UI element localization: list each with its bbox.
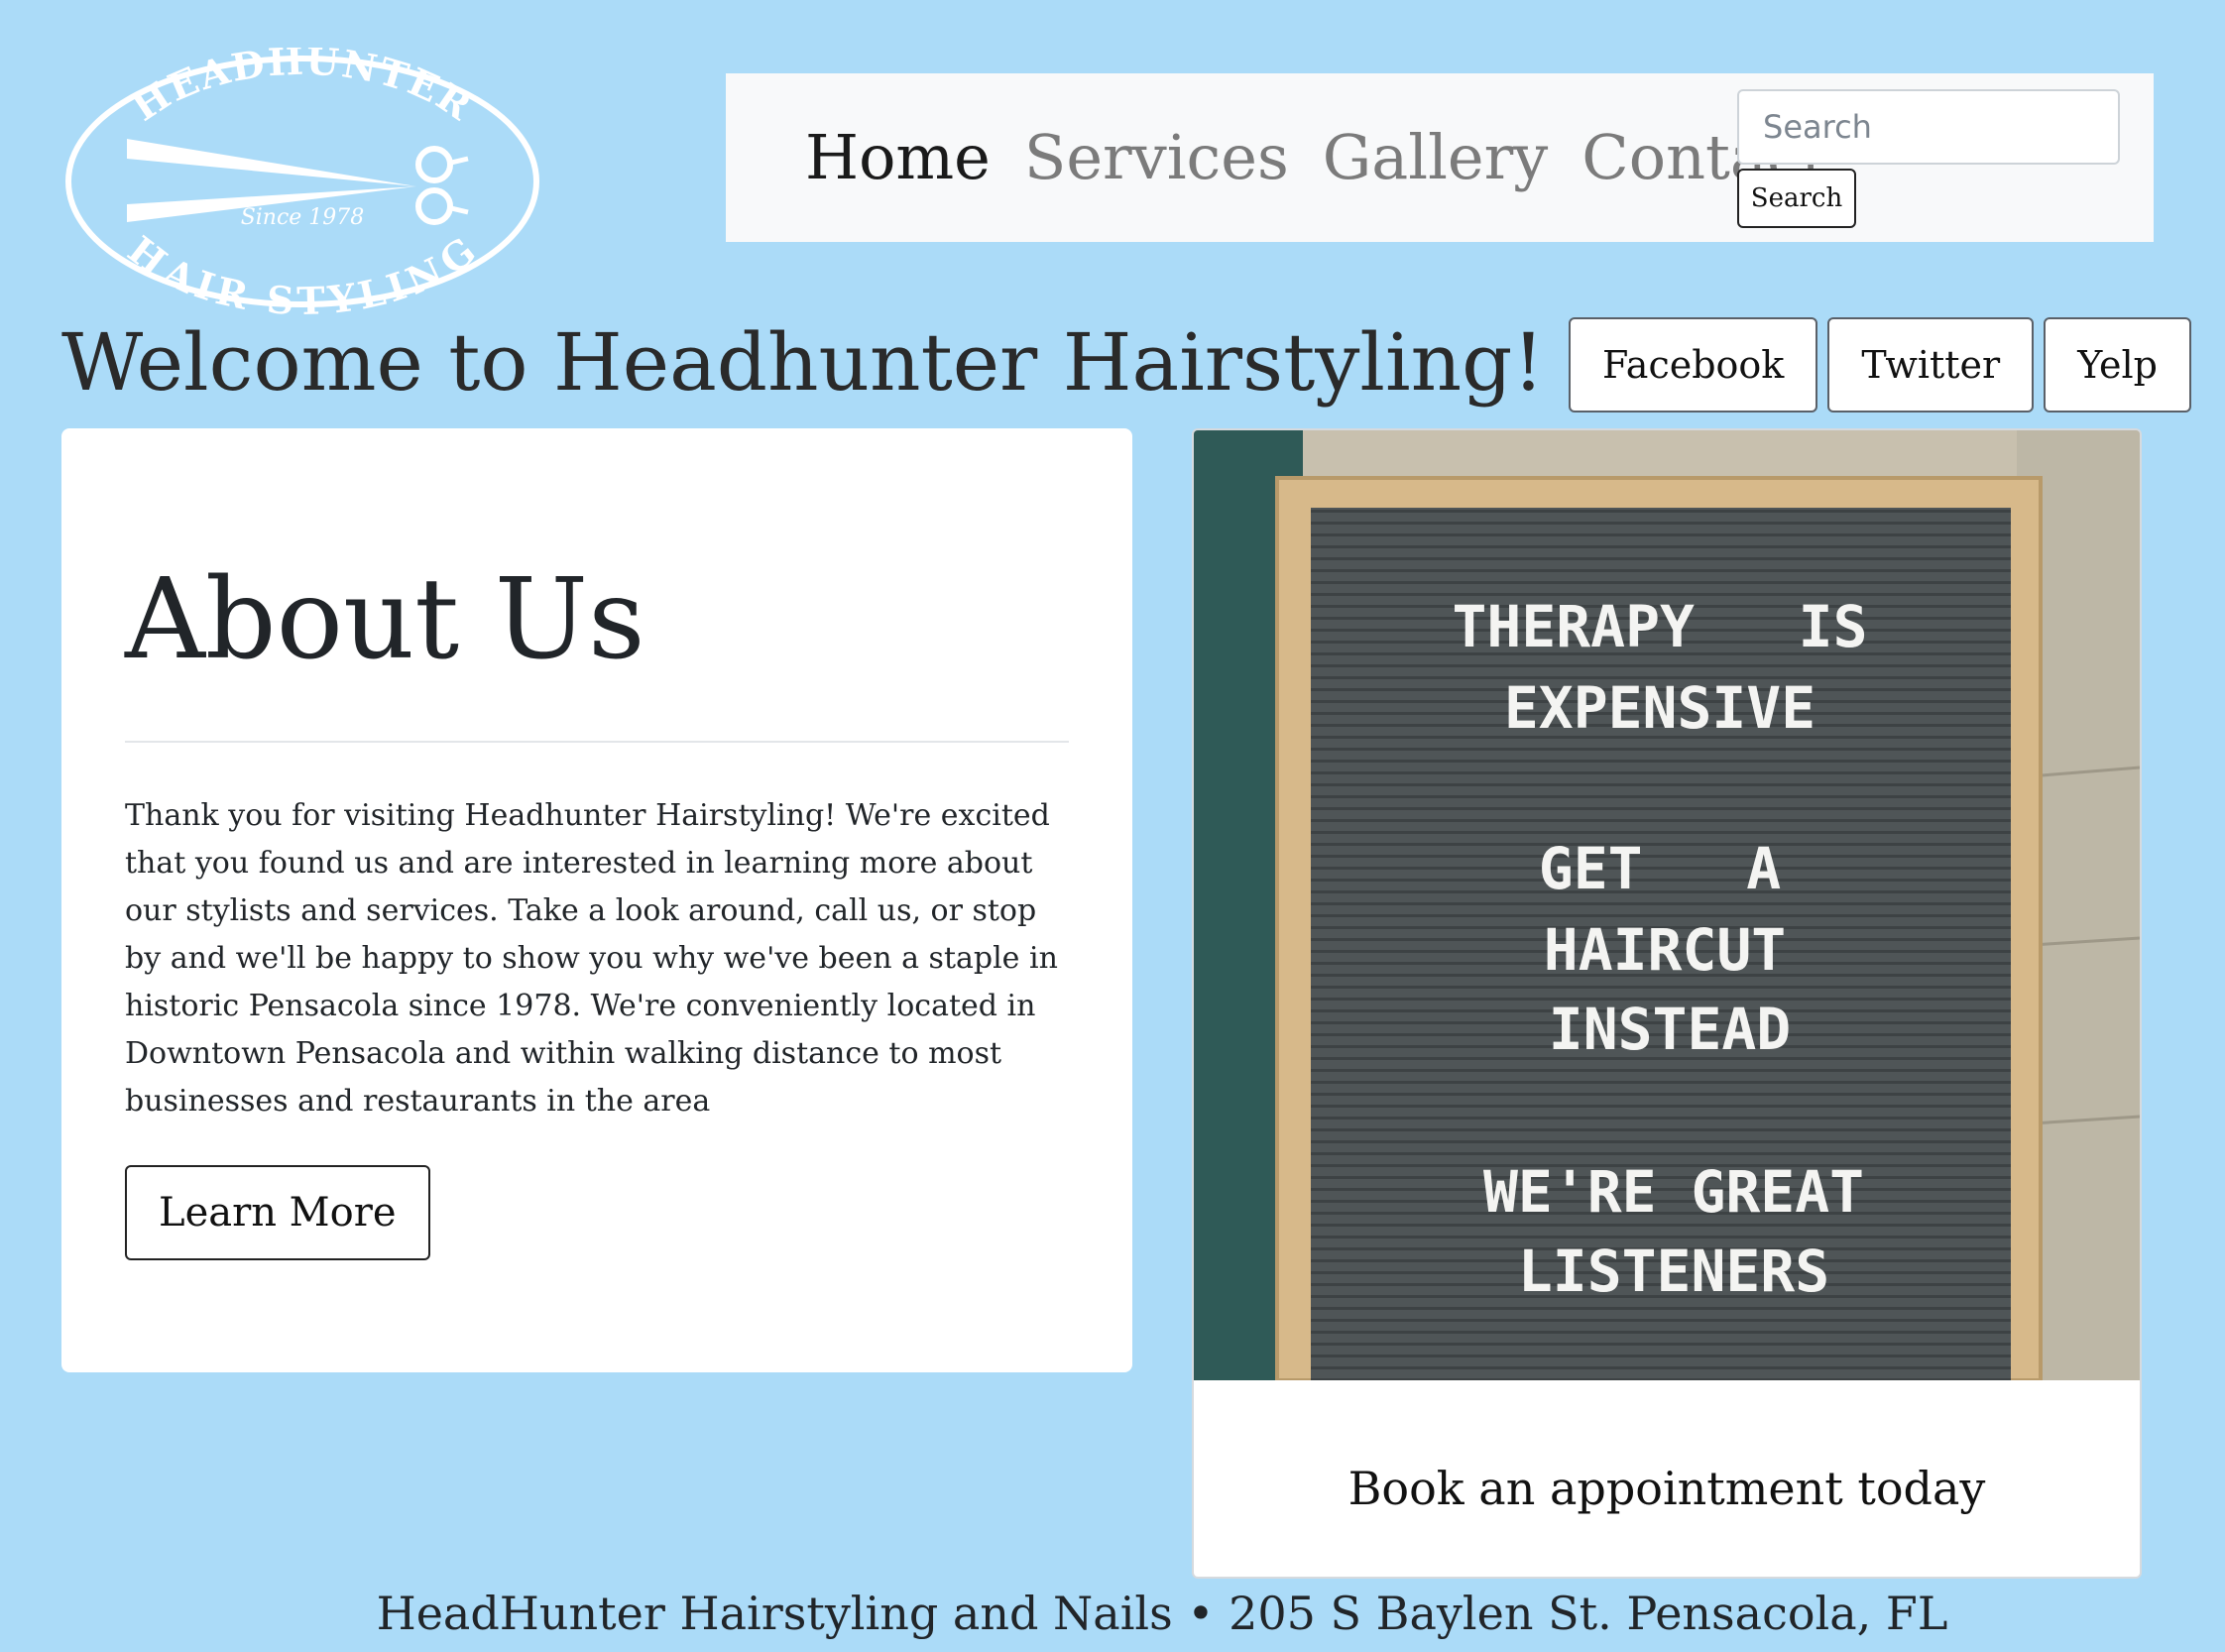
board-line: LISTENERS bbox=[1518, 1238, 1829, 1305]
board-line: WE'RE GREAT bbox=[1483, 1158, 1864, 1226]
nav-services[interactable]: Services bbox=[1024, 121, 1289, 194]
board-line: THERAPY IS bbox=[1452, 593, 1867, 660]
search-input[interactable] bbox=[1737, 89, 2120, 165]
about-divider bbox=[125, 741, 1069, 744]
navbar: Home Services Gallery Contact Search bbox=[726, 73, 2154, 242]
logo-tagline: Since 1978 bbox=[241, 205, 365, 230]
page-title: Welcome to Headhunter Hairstyling! bbox=[61, 316, 1545, 409]
about-title: About Us bbox=[125, 555, 645, 684]
board-line: GET A bbox=[1539, 835, 1781, 902]
learn-more-button[interactable]: Learn More bbox=[125, 1165, 430, 1261]
board-line: INSTEAD bbox=[1549, 996, 1791, 1063]
logo-bottom-text: HAIR STYLING bbox=[120, 227, 486, 315]
about-card: About Us Thank you for visiting Headhunt… bbox=[61, 428, 1132, 1372]
nav-gallery[interactable]: Gallery bbox=[1323, 121, 1549, 194]
search-button[interactable]: Search bbox=[1737, 169, 1856, 228]
social-buttons: Facebook Twitter Yelp bbox=[1569, 317, 2191, 413]
facebook-button[interactable]: Facebook bbox=[1569, 317, 1818, 413]
salon-logo[interactable]: HEADHUNTER HAIR STYLING Since 1978 bbox=[59, 39, 545, 323]
letterboard-photo: THERAPY IS EXPENSIVE GET A HAIRCUT INSTE… bbox=[1194, 430, 2140, 1380]
promo-card: THERAPY IS EXPENSIVE GET A HAIRCUT INSTE… bbox=[1192, 428, 2142, 1579]
book-appointment-text[interactable]: Book an appointment today bbox=[1194, 1462, 2140, 1515]
logo-graphic: HEADHUNTER HAIR STYLING Since 1978 bbox=[65, 39, 539, 323]
board-line: EXPENSIVE bbox=[1504, 674, 1815, 742]
yelp-button[interactable]: Yelp bbox=[2044, 317, 2191, 413]
logo-top-text: HEADHUNTER bbox=[124, 48, 481, 130]
twitter-button[interactable]: Twitter bbox=[1827, 317, 2035, 413]
board-line: HAIRCUT bbox=[1544, 916, 1786, 984]
about-text: Thank you for visiting Headhunter Hairst… bbox=[125, 798, 1058, 1120]
nav-links: Home Services Gallery Contact bbox=[805, 121, 1826, 194]
nav-home[interactable]: Home bbox=[805, 121, 991, 194]
footer-address: HeadHunter Hairstyling and Nails • 205 S… bbox=[376, 1587, 1948, 1640]
